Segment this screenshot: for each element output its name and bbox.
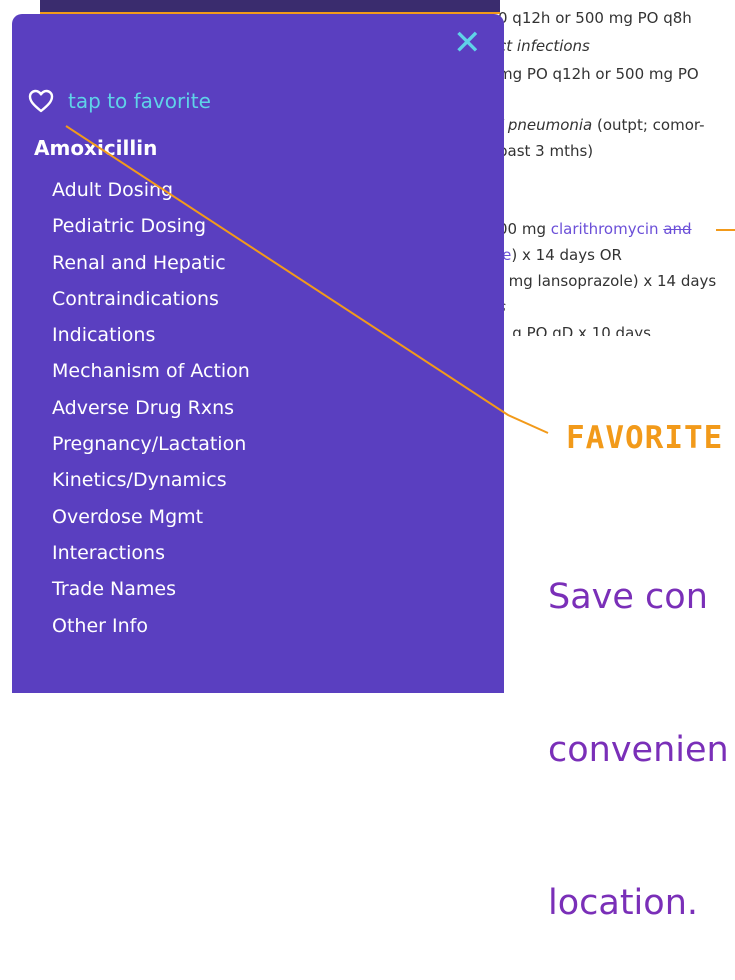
bg-text-line: ) mg lansoprazole) x 14 days <box>498 272 717 290</box>
bg-text: 00 mg <box>498 220 551 238</box>
bg-text-line: past 3 mths) <box>498 142 594 160</box>
menu-item-kinetics[interactable]: Kinetics/Dynamics <box>52 462 250 498</box>
bg-strike-text: and <box>663 220 692 238</box>
bg-text-line: 1 g PO qD x 10 days <box>498 324 651 336</box>
top-header-strip <box>40 0 500 14</box>
callout-line: Save con <box>548 577 708 617</box>
bg-text-line: le) x 14 days OR <box>498 246 622 264</box>
bg-text-line: mg PO q12h or 500 mg PO <box>498 65 699 83</box>
menu-item-interactions[interactable]: Interactions <box>52 535 250 571</box>
menu-item-trade-names[interactable]: Trade Names <box>52 571 250 607</box>
menu-item-adverse-reactions[interactable]: Adverse Drug Rxns <box>52 390 250 426</box>
favorite-label: tap to favorite <box>68 89 211 113</box>
menu-item-mechanism[interactable]: Mechanism of Action <box>52 353 250 389</box>
navigation-drawer: ✕ tap to favorite Amoxicillin Adult Dosi… <box>12 14 504 693</box>
menu-item-overdose[interactable]: Overdose Mgmt <box>52 499 250 535</box>
menu-item-pediatric-dosing[interactable]: Pediatric Dosing <box>52 208 250 244</box>
bg-text-line: 00 mg clarithromycin and <box>498 220 692 238</box>
menu-item-other-info[interactable]: Other Info <box>52 608 250 644</box>
menu-item-renal-hepatic[interactable]: Renal and Hepatic <box>52 245 250 281</box>
callout-connector <box>716 229 735 231</box>
close-icon[interactable]: ✕ <box>453 26 482 60</box>
favorite-button[interactable]: tap to favorite <box>28 86 211 116</box>
bg-text: ) x 14 days OR <box>511 246 622 264</box>
bg-text-line: / pneumonia (outpt; comor- <box>498 116 705 134</box>
callout-title: FAVORITE <box>566 420 724 456</box>
heart-outline-icon <box>28 89 54 113</box>
menu-item-adult-dosing[interactable]: Adult Dosing <box>52 172 250 208</box>
menu-item-pregnancy-lactation[interactable]: Pregnancy/Lactation <box>52 426 250 462</box>
bg-text: (outpt; comor- <box>592 116 705 134</box>
bg-text-line: ct infections <box>498 37 590 55</box>
callout-line: convenien <box>548 730 729 770</box>
menu-item-indications[interactable]: Indications <box>52 317 250 353</box>
menu-item-contraindications[interactable]: Contraindications <box>52 281 250 317</box>
bg-italic-text: / pneumonia <box>498 116 593 134</box>
section-menu: Adult Dosing Pediatric Dosing Renal and … <box>52 172 250 644</box>
callout-description: Save con convenien location. <box>548 470 729 980</box>
bg-text-line: 0 q12h or 500 mg PO q8h <box>498 9 692 27</box>
drug-link-clarithromycin[interactable]: clarithromycin <box>551 220 659 238</box>
callout-line: location. <box>548 883 698 923</box>
drug-name-heading: Amoxicillin <box>34 136 158 160</box>
